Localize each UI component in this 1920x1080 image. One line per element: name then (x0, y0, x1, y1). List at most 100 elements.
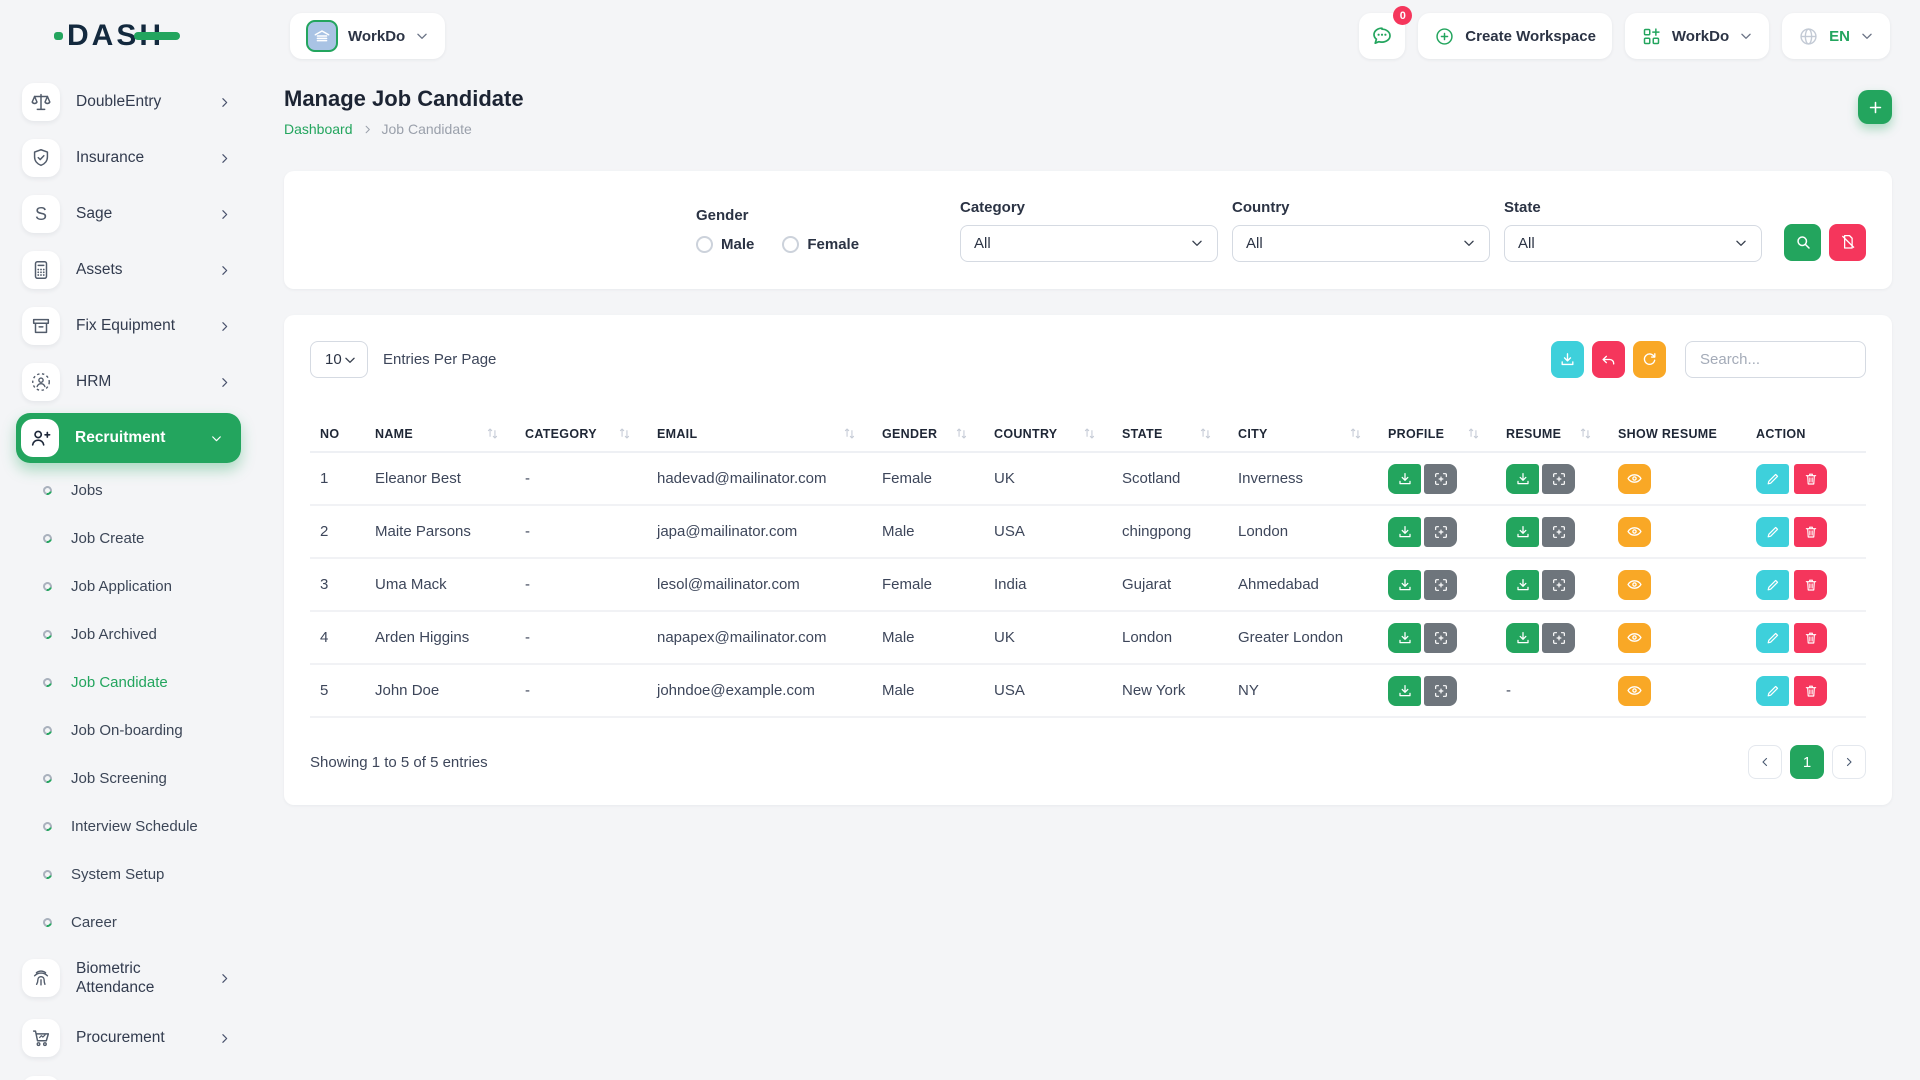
sort-icon[interactable] (1349, 427, 1362, 440)
profile-download-button[interactable] (1388, 676, 1421, 706)
show-resume-button[interactable] (1618, 676, 1651, 706)
edit-button[interactable] (1756, 676, 1789, 706)
resume-preview-button[interactable] (1542, 570, 1575, 600)
profile-preview-button[interactable] (1424, 570, 1457, 600)
sidebar-item-recruitment-active[interactable]: Recruitment (16, 413, 241, 463)
delete-button[interactable] (1794, 623, 1827, 653)
edit-button[interactable] (1756, 570, 1789, 600)
page-size-select[interactable]: 10 (310, 341, 368, 378)
delete-button[interactable] (1794, 517, 1827, 547)
resume-download-button[interactable] (1506, 517, 1539, 547)
radio-male[interactable] (696, 236, 713, 253)
create-workspace-button[interactable]: Create Workspace (1418, 13, 1612, 59)
profile-download-button[interactable] (1388, 517, 1421, 547)
chevron-right-icon (362, 124, 373, 135)
sidebar-item-biometric-attendance[interactable]: Biometric Attendance (0, 946, 257, 1010)
sidebar-item-fix-equipment[interactable]: Fix Equipment (0, 298, 257, 354)
resume-download-button[interactable] (1506, 464, 1539, 494)
col-resume[interactable]: RESUME (1496, 416, 1608, 452)
apply-filter-button[interactable] (1784, 224, 1821, 261)
cell-no: 5 (310, 664, 365, 717)
sidebar-subitem-career[interactable]: Career (0, 898, 257, 946)
col-name[interactable]: NAME (365, 416, 515, 452)
col-state[interactable]: STATE (1112, 416, 1228, 452)
profile-preview-button[interactable] (1424, 517, 1457, 547)
col-gender[interactable]: GENDER (872, 416, 984, 452)
col-category[interactable]: CATEGORY (515, 416, 647, 452)
show-resume-button[interactable] (1618, 517, 1651, 547)
show-resume-button[interactable] (1618, 623, 1651, 653)
edit-button[interactable] (1756, 623, 1789, 653)
pagination-next-button[interactable] (1832, 745, 1866, 779)
sidebar-item-sage[interactable]: S Sage (0, 186, 257, 242)
resume-download-button[interactable] (1506, 623, 1539, 653)
edit-button[interactable] (1756, 517, 1789, 547)
table-search-input[interactable] (1685, 341, 1866, 378)
gender-female-option[interactable]: Female (782, 236, 859, 253)
reset-filter-button[interactable] (1829, 224, 1866, 261)
resume-preview-button[interactable] (1542, 623, 1575, 653)
sort-icon[interactable] (486, 427, 499, 440)
sidebar-item-hrm[interactable]: HRM (0, 354, 257, 410)
profile-preview-button[interactable] (1424, 464, 1457, 494)
undo-button[interactable] (1592, 341, 1625, 378)
edit-button[interactable] (1756, 464, 1789, 494)
workspace-selector[interactable]: WorkDo (290, 13, 445, 59)
cell-category: - (515, 558, 647, 611)
scan-plus-icon (1433, 577, 1449, 593)
radio-female[interactable] (782, 236, 799, 253)
add-candidate-button[interactable] (1858, 90, 1892, 124)
export-button[interactable] (1551, 341, 1584, 378)
app-menu-dropdown[interactable]: WorkDo (1625, 13, 1769, 59)
sort-icon[interactable] (618, 427, 631, 440)
sort-icon[interactable] (955, 427, 968, 440)
col-profile[interactable]: PROFILE (1378, 416, 1496, 452)
sidebar-item-assets[interactable]: Assets (0, 242, 257, 298)
resume-preview-button[interactable] (1542, 517, 1575, 547)
sort-icon[interactable] (1199, 427, 1212, 440)
profile-download-button[interactable] (1388, 623, 1421, 653)
sidebar-subitem-job-archived[interactable]: Job Archived (0, 610, 257, 658)
sidebar-subitem-job-application[interactable]: Job Application (0, 562, 257, 610)
delete-button[interactable] (1794, 570, 1827, 600)
col-country[interactable]: COUNTRY (984, 416, 1112, 452)
breadcrumb-dashboard-link[interactable]: Dashboard (284, 121, 353, 137)
sidebar-subitem-interview-schedule[interactable]: Interview Schedule (0, 802, 257, 850)
sidebar-item-procurement[interactable]: Procurement (0, 1010, 257, 1066)
sidebar-subitem-job-candidate-active[interactable]: Job Candidate (0, 658, 257, 706)
sidebar-subitem-jobs[interactable]: Jobs (0, 466, 257, 514)
pagination-page-1-button[interactable]: 1 (1790, 745, 1824, 779)
delete-button[interactable] (1794, 676, 1827, 706)
refresh-button[interactable] (1633, 341, 1666, 378)
country-select[interactable]: All (1232, 225, 1490, 262)
col-email[interactable]: EMAIL (647, 416, 872, 452)
state-select[interactable]: All (1504, 225, 1762, 262)
sort-icon[interactable] (1083, 427, 1096, 440)
gender-male-option[interactable]: Male (696, 236, 754, 253)
profile-preview-button[interactable] (1424, 676, 1457, 706)
delete-button[interactable] (1794, 464, 1827, 494)
sort-icon[interactable] (843, 427, 856, 440)
bullet-icon (41, 772, 53, 784)
profile-download-button[interactable] (1388, 464, 1421, 494)
resume-preview-button[interactable] (1542, 464, 1575, 494)
col-city[interactable]: CITY (1228, 416, 1378, 452)
sort-icon[interactable] (1579, 427, 1592, 440)
profile-preview-button[interactable] (1424, 623, 1457, 653)
sort-icon[interactable] (1467, 427, 1480, 440)
profile-download-button[interactable] (1388, 570, 1421, 600)
show-resume-button[interactable] (1618, 570, 1651, 600)
sidebar-item-doubleentry[interactable]: DoubleEntry (0, 74, 257, 130)
pagination-prev-button[interactable] (1748, 745, 1782, 779)
dash-logo[interactable]: DASH (67, 19, 164, 53)
language-dropdown[interactable]: EN (1782, 13, 1890, 59)
sidebar-subitem-job-create[interactable]: Job Create (0, 514, 257, 562)
sidebar-subitem-job-onboarding[interactable]: Job On-boarding (0, 706, 257, 754)
sidebar-subitem-job-screening[interactable]: Job Screening (0, 754, 257, 802)
category-select[interactable]: All (960, 225, 1218, 262)
messages-button[interactable]: 0 (1359, 13, 1405, 59)
resume-download-button[interactable] (1506, 570, 1539, 600)
sidebar-item-insurance[interactable]: Insurance (0, 130, 257, 186)
sidebar-subitem-system-setup[interactable]: System Setup (0, 850, 257, 898)
show-resume-button[interactable] (1618, 464, 1651, 494)
